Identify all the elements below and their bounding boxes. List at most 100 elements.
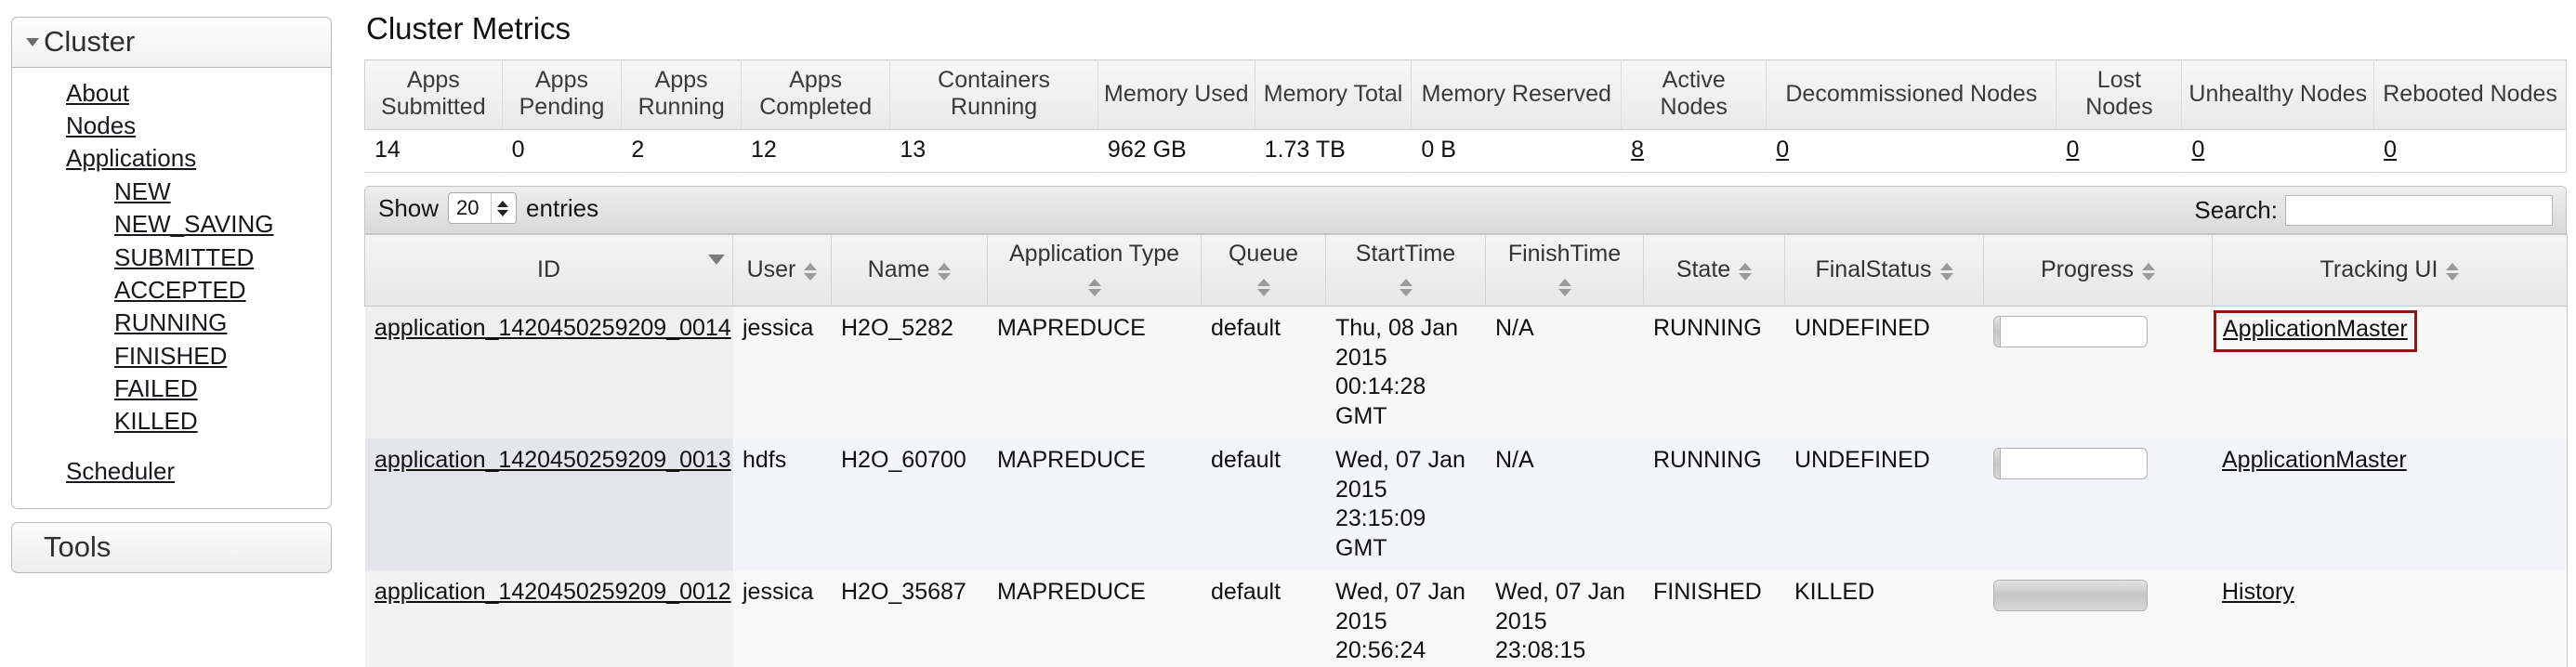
application-id-link[interactable]: application_1420450259209_0012: [375, 579, 731, 605]
metric-header-unhealthy-nodes: Unhealthy Nodes: [2182, 60, 2374, 130]
sidebar-item-new[interactable]: NEW: [114, 176, 171, 208]
column-header-finishtime[interactable]: FinishTime: [1486, 235, 1644, 307]
column-header-queue[interactable]: Queue: [1202, 235, 1326, 307]
metric-header-memory-used: Memory Used: [1097, 60, 1255, 130]
sort-toggle-icon[interactable]: [2446, 263, 2459, 281]
cell-id[interactable]: application_1420450259209_0013: [365, 438, 733, 570]
metric-value-lost-nodes[interactable]: 0: [2057, 130, 2182, 173]
cell-finishtime: N/A: [1486, 438, 1644, 570]
entries-select[interactable]: 20: [448, 192, 517, 224]
applications-header-row: ID User Name: [365, 235, 2568, 307]
progress-bar: [1993, 580, 2148, 611]
table-row: application_1420450259209_0012 jessica H…: [365, 570, 2568, 667]
cell-tracking-ui[interactable]: ApplicationMaster: [2213, 307, 2568, 439]
cell-user: jessica: [733, 570, 832, 667]
sort-toggle-icon[interactable]: [938, 263, 951, 281]
lost-nodes-link[interactable]: 0: [2066, 137, 2079, 163]
tracking-ui-wrap: History: [2222, 578, 2294, 608]
sort-toggle-icon[interactable]: [1558, 279, 1571, 296]
cell-id[interactable]: application_1420450259209_0014: [365, 307, 733, 439]
metric-value-decommissioned-nodes[interactable]: 0: [1767, 130, 2057, 173]
sidebar-item-failed[interactable]: FAILED: [114, 373, 198, 405]
sidebar-item-new-saving[interactable]: NEW_SAVING: [114, 208, 273, 241]
sidebar-item-about[interactable]: About: [66, 77, 129, 110]
sort-toggle-icon[interactable]: [1400, 279, 1413, 296]
metric-value-active-nodes[interactable]: 8: [1622, 130, 1767, 173]
column-header-user-label: User: [747, 256, 796, 282]
sidebar-item-killed[interactable]: KILLED: [114, 405, 198, 438]
unhealthy-nodes-link[interactable]: 0: [2191, 137, 2204, 163]
column-header-progress[interactable]: Progress: [1984, 235, 2213, 307]
cell-name: H2O_5282: [832, 307, 988, 439]
sidebar-item-applications[interactable]: Applications: [66, 142, 196, 175]
column-header-user[interactable]: User: [733, 235, 832, 307]
metric-value-rebooted-nodes[interactable]: 0: [2374, 130, 2567, 173]
tracking-ui-highlight-box: ApplicationMaster: [2214, 310, 2417, 352]
sidebar-item-finished[interactable]: FINISHED: [114, 340, 227, 373]
metric-header-apps-completed: Apps Completed: [742, 60, 890, 130]
updown-arrows-icon[interactable]: [491, 193, 515, 223]
rebooted-nodes-link[interactable]: 0: [2384, 137, 2397, 163]
cell-finalstatus: UNDEFINED: [1785, 438, 1984, 570]
decommissioned-nodes-link[interactable]: 0: [1776, 137, 1789, 163]
cell-tracking-ui[interactable]: History: [2213, 570, 2568, 667]
sort-toggle-icon[interactable]: [1940, 263, 1953, 281]
metric-header-apps-submitted: Apps Submitted: [365, 60, 503, 130]
column-header-name[interactable]: Name: [832, 235, 988, 307]
column-header-application-type[interactable]: Application Type: [988, 235, 1202, 307]
cell-queue: default: [1202, 438, 1326, 570]
chevron-down-icon: [26, 38, 39, 46]
sidebar-section-cluster-header[interactable]: Cluster: [11, 17, 332, 68]
column-header-progress-label: Progress: [2041, 256, 2134, 282]
sort-toggle-icon[interactable]: [1257, 279, 1270, 296]
search-label: Search:: [2194, 196, 2278, 225]
cluster-metrics-value-row: 14 0 2 12 13 962 GB 1.73 TB 0 B 8 0 0 0 …: [365, 130, 2567, 173]
metric-header-apps-pending: Apps Pending: [502, 60, 622, 130]
sort-toggle-icon[interactable]: [2142, 263, 2155, 281]
metric-value-apps-completed: 12: [742, 130, 890, 173]
cell-starttime: Wed, 07 Jan 2015 20:56:24 GMT: [1326, 570, 1486, 667]
sidebar: Cluster About Nodes Applications NEW NEW…: [11, 17, 332, 573]
sort-toggle-icon[interactable]: [804, 263, 817, 281]
metric-header-rebooted-nodes: Rebooted Nodes: [2374, 60, 2567, 130]
column-header-tracking-ui-label: Tracking UI: [2320, 256, 2438, 282]
sort-toggle-icon[interactable]: [1088, 279, 1101, 296]
column-header-finalstatus-label: FinalStatus: [1815, 256, 1931, 282]
column-header-tracking-ui[interactable]: Tracking UI: [2213, 235, 2568, 307]
sort-toggle-icon[interactable]: [1739, 263, 1752, 281]
sidebar-item-nodes[interactable]: Nodes: [66, 110, 136, 142]
cluster-metrics-header-row: Apps Submitted Apps Pending Apps Running…: [365, 60, 2567, 130]
column-header-state[interactable]: State: [1644, 235, 1785, 307]
sidebar-section-tools-header[interactable]: Tools: [11, 522, 332, 573]
metric-value-unhealthy-nodes[interactable]: 0: [2182, 130, 2374, 173]
application-id-link[interactable]: application_1420450259209_0013: [375, 447, 731, 473]
show-label: Show: [378, 194, 439, 223]
sidebar-item-scheduler[interactable]: Scheduler: [66, 455, 175, 488]
column-header-finalstatus[interactable]: FinalStatus: [1785, 235, 1984, 307]
search-input[interactable]: [2285, 195, 2553, 226]
sidebar-section-tools-label: Tools: [44, 530, 111, 563]
column-header-id[interactable]: ID: [365, 235, 733, 307]
column-header-starttime[interactable]: StartTime: [1326, 235, 1486, 307]
datatable-controls: Show 20 entries Search:: [364, 186, 2567, 234]
sidebar-item-accepted[interactable]: ACCEPTED: [114, 274, 246, 307]
sidebar-item-running[interactable]: RUNNING: [114, 307, 227, 339]
sidebar-item-submitted[interactable]: SUBMITTED: [114, 242, 254, 274]
column-header-application-type-label: Application Type: [995, 241, 1193, 268]
application-id-link[interactable]: application_1420450259209_0014: [375, 315, 731, 341]
metric-header-apps-running: Apps Running: [622, 60, 742, 130]
metric-value-apps-pending: 0: [502, 130, 622, 173]
active-nodes-link[interactable]: 8: [1631, 137, 1644, 163]
cell-tracking-ui[interactable]: ApplicationMaster: [2213, 438, 2568, 570]
tracking-ui-link[interactable]: History: [2222, 579, 2294, 605]
cell-queue: default: [1202, 307, 1326, 439]
metric-header-memory-reserved: Memory Reserved: [1412, 60, 1622, 130]
cell-name: H2O_60700: [832, 438, 988, 570]
metric-header-containers-running: Containers Running: [890, 60, 1098, 130]
entries-select-value: 20: [456, 196, 490, 220]
tracking-ui-link[interactable]: ApplicationMaster: [2222, 447, 2407, 473]
length-control: Show 20 entries: [378, 192, 598, 224]
tracking-ui-link[interactable]: ApplicationMaster: [2223, 316, 2408, 342]
sort-descending-icon[interactable]: [708, 255, 725, 281]
cell-id[interactable]: application_1420450259209_0012: [365, 570, 733, 667]
